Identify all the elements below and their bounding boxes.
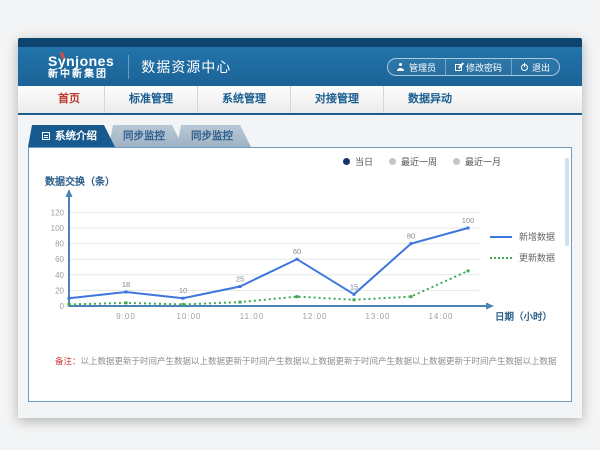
logout-label: 退出 <box>532 61 550 74</box>
logout-button[interactable]: 退出 <box>511 59 559 75</box>
app-header: Synjones 新中新集团 数据资源中心 管理员 修改密码 退出 <box>18 47 582 86</box>
legend-item-1[interactable]: 更新数据 <box>490 251 555 264</box>
svg-text:80: 80 <box>407 232 415 241</box>
footnote-text: 以上数据更新于时间产生数据以上数据更新于时间产生数据以上数据更新于时间产生数据以… <box>81 356 557 366</box>
svg-text:120: 120 <box>51 208 65 217</box>
window-top-strip <box>18 38 582 47</box>
radio-dot-icon <box>453 158 460 165</box>
tab-grid-icon <box>42 132 50 140</box>
svg-text:60: 60 <box>55 255 64 264</box>
svg-text:14:00: 14:00 <box>428 312 453 321</box>
svg-text:25: 25 <box>236 275 244 284</box>
tab-label: 系统介绍 <box>55 125 97 147</box>
filter-option-1[interactable]: 最近一周 <box>389 155 437 168</box>
tab-2[interactable]: 同步监控 <box>177 125 251 147</box>
svg-text:60: 60 <box>293 247 301 256</box>
user-icon <box>397 63 405 71</box>
logout-icon <box>521 64 528 71</box>
y-axis-title: 数据交换（条） <box>45 173 115 188</box>
change-password-button[interactable]: 修改密码 <box>445 59 511 75</box>
svg-text:100: 100 <box>51 224 65 233</box>
svg-text:15: 15 <box>350 282 358 291</box>
logo-subtext: 新中新集团 <box>48 70 114 80</box>
radio-dot-icon <box>389 158 396 165</box>
footnote-label: 备注： <box>55 356 81 366</box>
page-title: 数据资源中心 <box>141 57 231 77</box>
app-window: Synjones 新中新集团 数据资源中心 管理员 修改密码 退出 首页标准管理… <box>18 38 582 418</box>
filter-option-0[interactable]: 当日 <box>343 155 373 168</box>
svg-text:100: 100 <box>462 216 475 225</box>
filter-label: 当日 <box>355 155 373 168</box>
svg-text:9:00: 9:00 <box>116 312 136 321</box>
user-button[interactable]: 管理员 <box>388 59 445 75</box>
svg-text:11:00: 11:00 <box>240 312 264 321</box>
nav-item-3[interactable]: 对接管理 <box>291 86 384 113</box>
svg-text:80: 80 <box>55 240 64 249</box>
svg-text:40: 40 <box>55 271 64 280</box>
user-name: 管理员 <box>409 61 436 74</box>
chart-panel: 当日 最近一周 最近一月 数据交换（条） 0 20 40 60 80 100 120 9:00 10… <box>28 147 572 402</box>
header-divider <box>128 55 129 79</box>
main-nav: 首页标准管理系统管理对接管理数据异动 <box>18 86 582 115</box>
filter-option-2[interactable]: 最近一月 <box>453 155 501 168</box>
period-filter: 当日 最近一周 最近一月 <box>343 155 501 168</box>
nav-item-2[interactable]: 系统管理 <box>198 86 291 113</box>
svg-text:20: 20 <box>55 286 64 295</box>
tab-0[interactable]: 系统介绍 <box>28 125 115 147</box>
logo-text: Synjones <box>48 54 114 68</box>
panel-scrollbar[interactable] <box>565 158 569 246</box>
legend-label: 新增数据 <box>519 230 555 243</box>
tab-label: 同步监控 <box>123 125 165 147</box>
svg-text:日期（小时）: 日期（小时） <box>495 311 552 323</box>
footnote: 备注：以上数据更新于时间产生数据以上数据更新于时间产生数据以上数据更新于时间产生… <box>55 355 557 367</box>
logo: Synjones 新中新集团 <box>48 54 114 80</box>
nav-item-4[interactable]: 数据异动 <box>384 86 476 113</box>
legend-item-0[interactable]: 新增数据 <box>490 230 555 243</box>
svg-text:12:00: 12:00 <box>302 312 327 321</box>
user-menu: 管理员 修改密码 退出 <box>387 58 560 76</box>
change-password-label: 修改密码 <box>466 61 502 74</box>
chart-legend: 新增数据更新数据 <box>490 230 555 264</box>
legend-line-sample <box>490 257 512 259</box>
tab-bar: 系统介绍 同步监控 同步监控 <box>28 125 582 147</box>
legend-label: 更新数据 <box>519 251 555 264</box>
legend-line-sample <box>490 236 512 238</box>
line-chart[interactable]: 0 20 40 60 80 100 120 9:00 10:00 11:00 12:00 13:00 1… <box>37 188 565 338</box>
svg-text:0: 0 <box>60 302 65 311</box>
svg-text:13:00: 13:00 <box>365 312 390 321</box>
content-area: 系统介绍 同步监控 同步监控 当日 最近一周 最近一月 数据交换（条） 0 20 40 60 8… <box>18 115 582 418</box>
nav-item-0[interactable]: 首页 <box>34 86 105 113</box>
filter-label: 最近一月 <box>465 155 501 168</box>
nav-item-1[interactable]: 标准管理 <box>105 86 198 113</box>
svg-text:10:00: 10:00 <box>176 312 201 321</box>
radio-dot-icon <box>343 158 350 165</box>
tab-1[interactable]: 同步监控 <box>109 125 183 147</box>
edit-icon <box>455 64 462 71</box>
tab-label: 同步监控 <box>191 125 233 147</box>
svg-text:10: 10 <box>179 286 187 295</box>
filter-label: 最近一周 <box>401 155 437 168</box>
svg-text:18: 18 <box>122 280 130 289</box>
